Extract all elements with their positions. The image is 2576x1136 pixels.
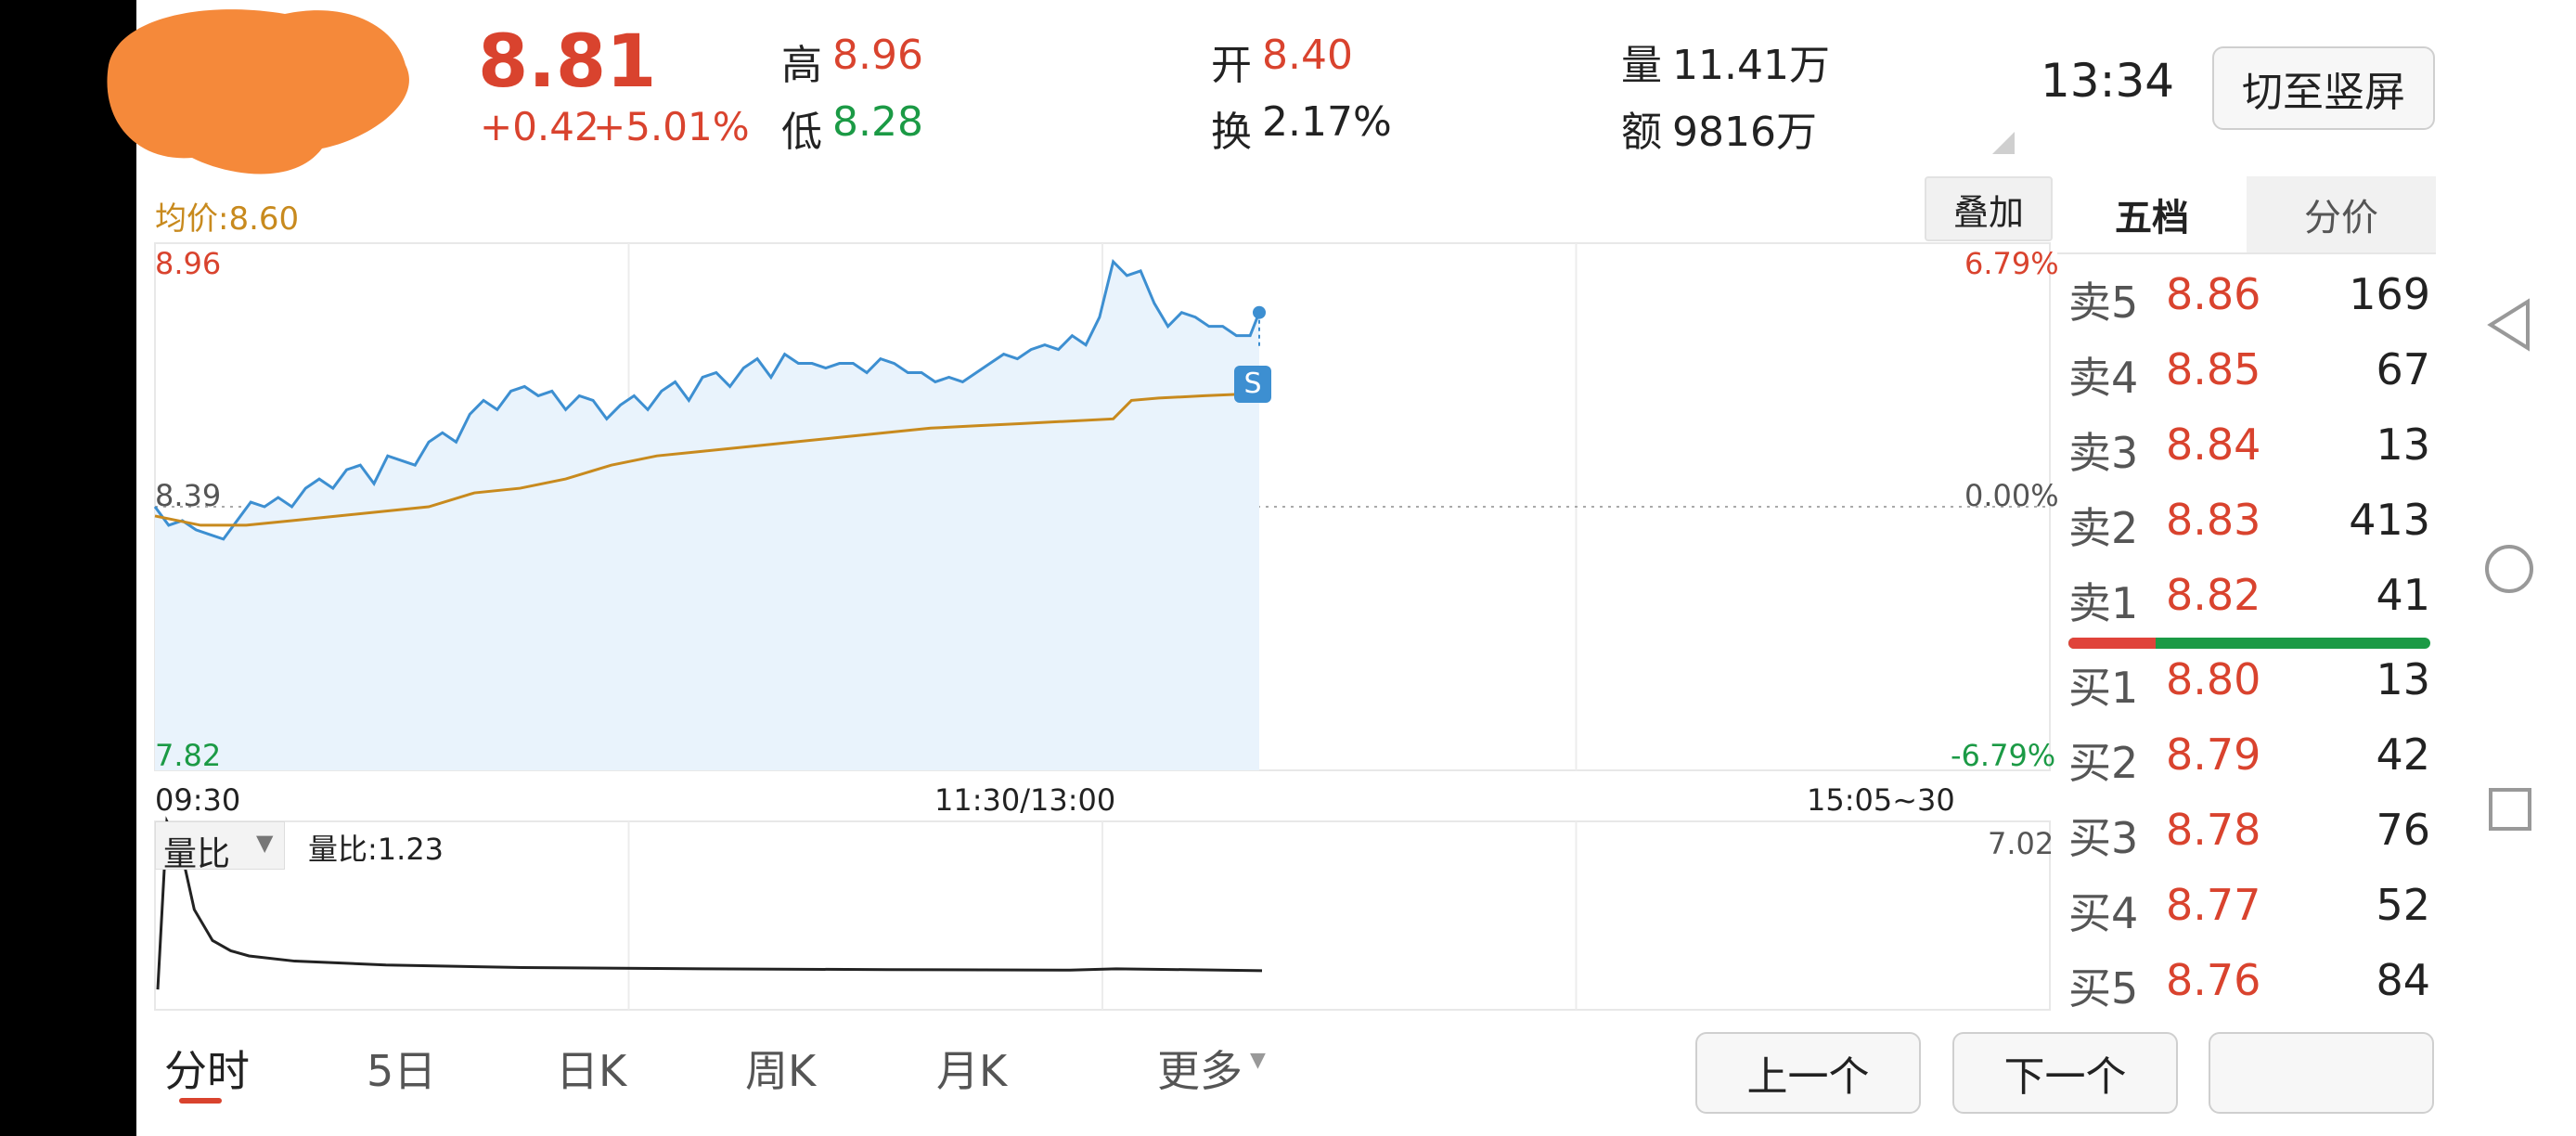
pct-max-label: 6.79%	[1964, 246, 2059, 281]
volume-value: 11.41万	[1672, 42, 1830, 89]
ask-price: 8.84	[2166, 420, 2261, 470]
bid-price: 8.79	[2166, 729, 2261, 780]
intraday-chart[interactable]	[136, 176, 2057, 1016]
price-area	[155, 261, 1259, 770]
switch-portrait-button[interactable]: 切至竖屏	[2212, 46, 2435, 130]
recents-icon[interactable]	[2488, 787, 2532, 832]
low-label: 低	[781, 109, 822, 156]
tab-price-distribution[interactable]: 分价	[2247, 176, 2436, 252]
amount-label: 额	[1621, 109, 1662, 156]
extra-action-button[interactable]	[2209, 1032, 2434, 1114]
bid-volume: 52	[2376, 880, 2430, 930]
turnover-label: 换	[1211, 109, 1252, 156]
open-label: 开	[1211, 42, 1252, 89]
more-chevron-icon[interactable]: ▼	[1250, 1049, 1266, 1072]
tab-period-2[interactable]: 日K	[556, 1038, 626, 1099]
bid-label: 买2	[2068, 738, 2139, 788]
clock-time: 13:34	[2041, 54, 2175, 108]
x-start-label: 09:30	[155, 782, 241, 818]
tab-period-4[interactable]: 月K	[936, 1038, 1007, 1099]
bid-volume: 76	[2376, 805, 2430, 855]
bid-row[interactable]: 买4 8.77 52	[2068, 880, 2430, 945]
volume-ratio-dropdown[interactable]: 量比 ▼	[155, 821, 285, 873]
ask-row[interactable]: 卖1 8.82 41	[2068, 570, 2430, 635]
volume-ratio-max: 7.02	[1988, 826, 2054, 861]
buy-ratio-fill	[2068, 638, 2156, 649]
avg-price-label: 均价:8.60	[155, 200, 300, 238]
price-change: +0.42	[480, 104, 599, 149]
ask-volume: 169	[2349, 269, 2430, 319]
tab-period-5[interactable]: 更多	[1157, 1038, 1243, 1099]
open-value: 8.40	[1262, 32, 1353, 79]
corner-indicator-icon	[1992, 132, 2015, 154]
ask-price: 8.82	[2166, 570, 2261, 620]
y-mid-label: 8.39	[155, 478, 222, 513]
back-icon[interactable]	[2486, 297, 2532, 353]
amount-value: 9816万	[1672, 109, 1817, 156]
ask-price: 8.86	[2166, 269, 2261, 319]
y-min-label: 7.82	[155, 738, 222, 773]
volume-label: 量	[1621, 42, 1662, 89]
last-point	[1253, 305, 1266, 319]
pct-mid-label: 0.00%	[1964, 478, 2059, 513]
bid-label: 买3	[2068, 813, 2139, 863]
ask-row[interactable]: 卖2 8.83 413	[2068, 495, 2430, 560]
bid-row[interactable]: 买1 8.80 13	[2068, 654, 2430, 719]
price-change-pct: +5.01%	[593, 104, 750, 149]
ask-volume: 41	[2376, 570, 2430, 620]
ask-label: 卖2	[2068, 503, 2139, 553]
ask-price: 8.83	[2166, 495, 2261, 545]
bid-row[interactable]: 买3 8.78 76	[2068, 805, 2430, 870]
ask-row[interactable]: 卖4 8.85 67	[2068, 344, 2430, 409]
bid-volume: 42	[2376, 729, 2430, 780]
bid-volume: 84	[2376, 955, 2430, 1005]
bid-price: 8.77	[2166, 880, 2261, 930]
tab-five-levels[interactable]: 五档	[2057, 176, 2247, 252]
prev-stock-button[interactable]: 上一个	[1695, 1032, 1921, 1114]
stock-app: 8.81 +0.42 +5.01% 高 8.96 低 8.28 开 8.40 换…	[107, 0, 2441, 1136]
bid-price: 8.80	[2166, 654, 2261, 704]
tab-period-0[interactable]: 分时	[164, 1038, 250, 1099]
ask-label: 卖5	[2068, 278, 2139, 328]
turnover-value: 2.17%	[1262, 98, 1392, 146]
next-stock-button[interactable]: 下一个	[1952, 1032, 2178, 1114]
ask-price: 8.85	[2166, 344, 2261, 394]
y-max-label: 8.96	[155, 246, 222, 281]
tab-period-3[interactable]: 周K	[745, 1038, 816, 1099]
ask-volume: 413	[2349, 495, 2430, 545]
overlay-button[interactable]: 叠加	[1925, 176, 2053, 241]
chevron-down-icon: ▼	[256, 830, 274, 856]
redacted-name-blob	[107, 9, 409, 174]
system-nav-bar	[2441, 0, 2576, 1136]
ask-volume: 67	[2376, 344, 2430, 394]
bid-label: 买4	[2068, 888, 2139, 938]
high-label: 高	[781, 42, 822, 89]
orderbook-tabs: 五档 分价	[2057, 176, 2436, 254]
bid-label: 买5	[2068, 963, 2139, 1013]
last-price: 8.81	[478, 20, 657, 104]
bid-price: 8.78	[2166, 805, 2261, 855]
bid-row[interactable]: 买2 8.79 42	[2068, 729, 2430, 794]
x-end-label: 15:05~30	[1807, 782, 1955, 818]
pct-min-label: -6.79%	[1951, 738, 2056, 773]
volume-ratio-value: 量比:1.23	[308, 832, 444, 867]
ask-volume: 13	[2376, 420, 2430, 470]
ask-label: 卖3	[2068, 428, 2139, 478]
ask-row[interactable]: 卖3 8.84 13	[2068, 420, 2430, 484]
signal-marker[interactable]: S	[1234, 366, 1271, 403]
buy-sell-ratio-bar	[2068, 638, 2430, 649]
volume-ratio-label: 量比	[163, 835, 231, 873]
ask-row[interactable]: 卖5 8.86 169	[2068, 269, 2430, 334]
bid-row[interactable]: 买5 8.76 84	[2068, 955, 2430, 1020]
ask-label: 卖4	[2068, 353, 2139, 403]
x-mid-label: 11:30/13:00	[934, 782, 1116, 818]
tab-period-1[interactable]: 5日	[367, 1038, 436, 1099]
ask-label: 卖1	[2068, 578, 2139, 628]
high-value: 8.96	[832, 32, 923, 79]
bid-label: 买1	[2068, 663, 2139, 713]
low-value: 8.28	[832, 98, 923, 146]
bid-price: 8.76	[2166, 955, 2261, 1005]
bid-volume: 13	[2376, 654, 2430, 704]
home-icon[interactable]	[2483, 543, 2535, 595]
